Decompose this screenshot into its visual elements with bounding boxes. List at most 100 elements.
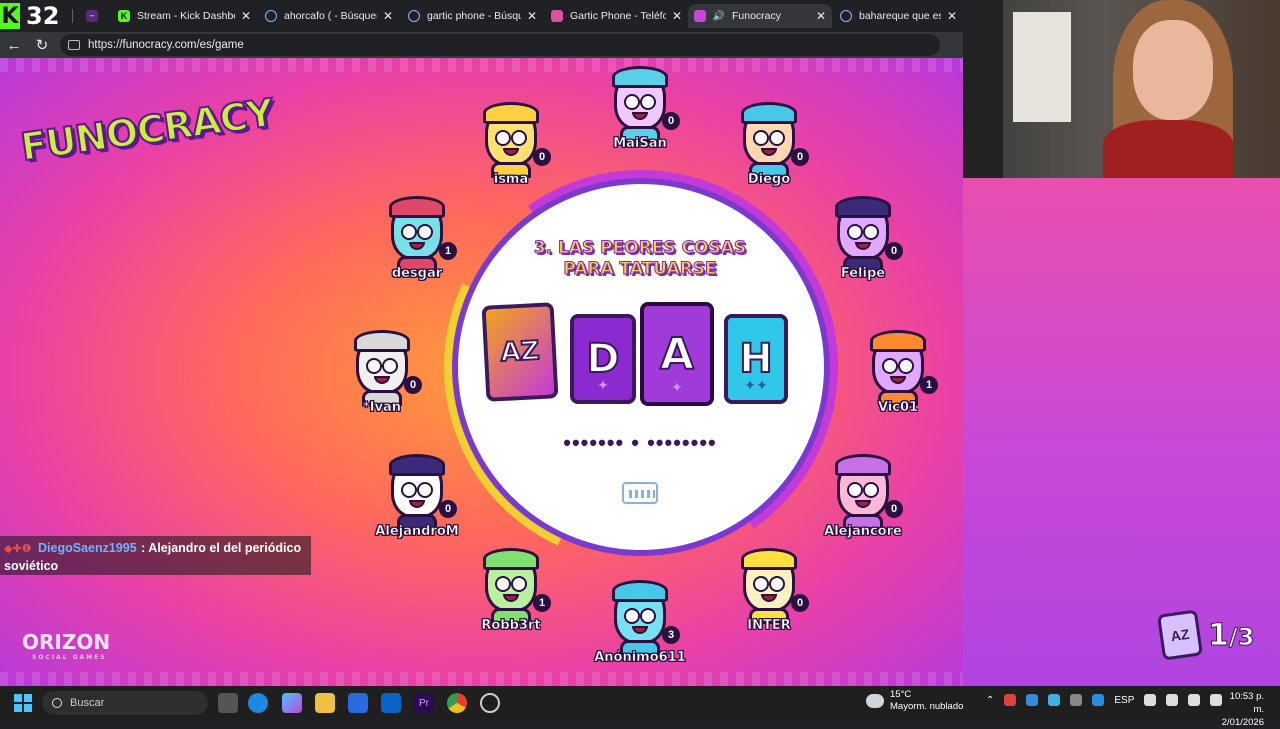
player-avatar: 1 Robb3rt	[461, 548, 561, 662]
outlook-icon[interactable]	[381, 693, 401, 713]
letter-card-az[interactable]: AZ	[481, 302, 559, 402]
letter-card-a[interactable]: A ✦	[640, 302, 714, 406]
kick-logo-icon: K	[0, 3, 20, 29]
round-total: 3	[1237, 622, 1255, 651]
clock[interactable]: 10:53 p. m. 2/01/2026	[1220, 690, 1264, 729]
tray-app-icon[interactable]	[1004, 694, 1017, 706]
close-tab-icon[interactable]: ✕	[527, 9, 537, 23]
tray-app-icon[interactable]	[1092, 694, 1105, 706]
close-tab-icon[interactable]: ✕	[241, 9, 251, 23]
star-icon: ✦	[597, 378, 609, 394]
game-area: FUNOCRACY 3. LAS PEORES COSAS PARA TATUA…	[0, 58, 963, 686]
tab-title: Gartic Phone - Teléfono D	[570, 10, 666, 22]
player-hair	[483, 102, 539, 124]
card-letter: H	[738, 335, 774, 383]
player-hair	[389, 196, 445, 218]
search-icon	[265, 10, 277, 22]
weather-temp: 15°C	[890, 689, 912, 700]
letter-card-h[interactable]: H ✦✦	[724, 314, 788, 404]
kick-icon: K	[118, 10, 130, 22]
microphone-icon[interactable]	[1144, 694, 1157, 706]
search-icon	[840, 10, 852, 22]
player-score: 0	[439, 500, 457, 518]
taskbar-search[interactable]: Buscar	[42, 691, 208, 715]
close-tab-icon[interactable]: ✕	[672, 9, 682, 23]
brand-subtitle: SOCIAL GAMES	[32, 654, 107, 661]
language-indicator[interactable]: ESP	[1114, 695, 1134, 706]
player-name: Alejancore	[824, 524, 902, 540]
player-name: desgar	[391, 266, 443, 282]
wifi-icon[interactable]	[1166, 694, 1179, 706]
player-avatar: 0 isma	[461, 102, 561, 216]
webcam-background-poster	[1013, 12, 1071, 122]
chevron-up-icon[interactable]: ⌃	[986, 695, 994, 706]
player-hair	[741, 548, 797, 570]
player-hair	[612, 580, 668, 602]
premiere-icon[interactable]: Pr	[414, 693, 434, 713]
obs-icon[interactable]	[480, 693, 500, 713]
chrome-icon[interactable]	[447, 693, 467, 713]
bluetooth-icon[interactable]	[1026, 694, 1039, 706]
back-arrow-icon[interactable]: ←	[0, 37, 28, 54]
prompt-line-2: PARA TATUARSE	[563, 259, 717, 280]
edge-icon[interactable]	[248, 693, 268, 713]
chat-message: ◆✚❶ DiegoSaenz1995 : Alejandro el del pe…	[0, 536, 311, 575]
player-name: INTER	[747, 618, 791, 634]
card-letter: D	[585, 335, 620, 383]
player-eyes	[753, 130, 785, 146]
volume-icon[interactable]	[1188, 694, 1201, 706]
keyboard-icon[interactable]	[622, 482, 658, 504]
player-avatar: 0 AlejandroM	[367, 454, 467, 568]
store-icon[interactable]	[348, 693, 368, 713]
tray-app-icon[interactable]	[1070, 694, 1083, 706]
site-info-icon[interactable]	[68, 40, 80, 50]
funocracy-icon	[694, 10, 706, 22]
card-letter: AZ	[499, 335, 542, 369]
purple-icon: ~	[86, 10, 98, 22]
tab-0[interactable]: ~	[80, 4, 110, 28]
player-hair	[389, 454, 445, 476]
copilot-icon[interactable]	[282, 693, 302, 713]
player-score: 1	[533, 594, 551, 612]
system-tray: ⌃ ESP	[986, 694, 1223, 706]
player-avatar: 0 Alejancore	[813, 454, 913, 568]
file-explorer-icon[interactable]	[315, 693, 335, 713]
tab-kick-dashboard[interactable]: K Stream - Kick Dashboard ✕	[112, 4, 257, 28]
reload-icon[interactable]: ↻	[28, 36, 56, 54]
tab-title: Funocracy	[732, 10, 782, 22]
player-score: 0	[885, 242, 903, 260]
windows-start-icon[interactable]	[14, 694, 32, 712]
player-score: 0	[533, 148, 551, 166]
tab-ahorcafo-search[interactable]: ahorcafo ( - Búsqueda ✕	[259, 4, 399, 28]
task-view-icon[interactable]	[218, 693, 238, 713]
close-tab-icon[interactable]: ✕	[947, 9, 957, 23]
close-tab-icon[interactable]: ✕	[383, 9, 393, 23]
webcam-overlay	[963, 0, 1280, 178]
weather-widget[interactable]: 15°C Mayorm. nublado	[866, 689, 963, 713]
tab-funocracy[interactable]: 🔊 Funocracy ✕	[688, 4, 832, 28]
url-text: https://funocracy.com/es/game	[88, 39, 244, 51]
speaker-icon[interactable]: 🔊	[713, 10, 725, 22]
player-hair	[612, 66, 668, 88]
answer-mask: ••••••• • ••••••••	[563, 430, 717, 455]
player-score: 0	[791, 594, 809, 612]
tab-gartic-phone[interactable]: Gartic Phone - Teléfono D ✕	[545, 4, 688, 28]
tab-bahareque-search[interactable]: bahareque que es - Búsq ✕	[834, 4, 963, 28]
tab-gartic-search[interactable]: gartic phone - Búsqueda ✕	[402, 4, 543, 28]
player-eyes	[495, 130, 527, 146]
player-name: *Ivan	[362, 400, 402, 416]
tray-app-icon[interactable]	[1048, 694, 1061, 706]
search-icon	[52, 698, 62, 708]
chat-badge-icons: ◆✚❶	[4, 543, 32, 555]
funocracy-logo: FUNOCRACY	[17, 80, 277, 175]
player-hair	[835, 196, 891, 218]
close-tab-icon[interactable]: ✕	[816, 9, 826, 23]
player-hair	[870, 330, 926, 352]
player-eyes	[401, 224, 433, 240]
player-avatar: 0 *Ivan	[332, 330, 432, 444]
webcam-streamer-face	[1133, 20, 1213, 120]
mouse-cursor-icon: ➤	[680, 488, 691, 503]
address-bar[interactable]: https://funocracy.com/es/game	[60, 34, 940, 56]
letter-card-d[interactable]: D ✦	[570, 314, 636, 404]
tab-title: Stream - Kick Dashboard	[137, 10, 235, 22]
